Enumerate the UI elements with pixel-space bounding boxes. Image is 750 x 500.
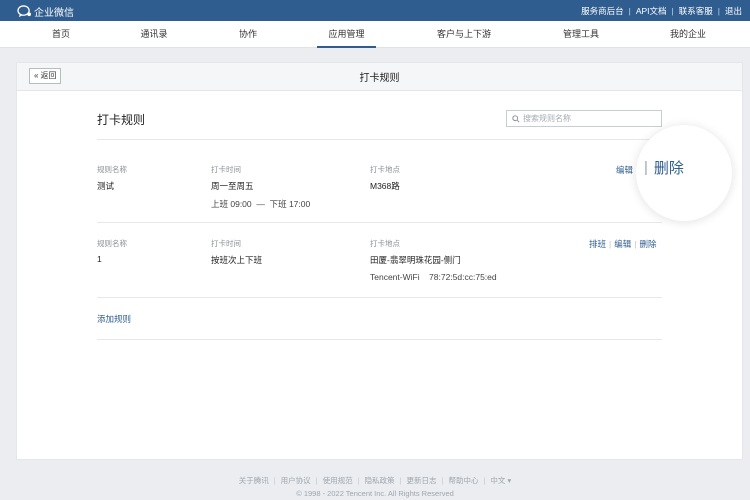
footer-changelog-link[interactable]: 更新日志 [407, 475, 437, 486]
nav-management-tools[interactable]: 管理工具 [556, 21, 606, 48]
punch-place: 田厦-翡翠明珠花园-侧门 [370, 255, 461, 265]
edit-link[interactable]: 编辑 [614, 238, 631, 250]
divider: | [273, 476, 276, 485]
punch-time-detail: 上班 09:00 — 下班 17:00 [211, 199, 311, 209]
divider: | [717, 6, 720, 16]
divider [97, 297, 662, 298]
wecom-logo-icon [17, 5, 31, 18]
rule-name: 1 [97, 254, 102, 264]
footer-links: 关于腾讯 | 用户协议 | 使用规范 | 隐私政策 | 更新日志 | 帮助中心 … [0, 475, 750, 486]
delete-link[interactable]: 删除 [639, 238, 656, 250]
punch-place-label: 打卡地点 [370, 165, 400, 174]
divider [97, 139, 662, 140]
divider [97, 339, 662, 340]
rule-name-label: 规则名称 [97, 239, 127, 248]
top-bar: 企业微信 服务商后台 | API文档 | 联系客服 | 退出 [0, 0, 750, 21]
divider: | [671, 6, 674, 16]
magnifier-callout: | 删除 [636, 125, 732, 221]
divider: | [441, 476, 444, 485]
punch-time: 周一至周五 [211, 181, 254, 191]
nav-home[interactable]: 首页 [41, 21, 81, 48]
search-icon [512, 114, 520, 123]
add-rule-link[interactable]: 添加规则 [97, 313, 131, 325]
footer-about-link[interactable]: 关于腾讯 [239, 475, 269, 486]
schedule-link[interactable]: 排班 [589, 238, 606, 250]
punch-time-label: 打卡时间 [211, 239, 241, 248]
footer-usage-link[interactable]: 使用规范 [323, 475, 353, 486]
top-links: 服务商后台 | API文档 | 联系客服 | 退出 [581, 5, 742, 17]
divider: | [357, 476, 360, 485]
divider: | [399, 476, 402, 485]
punch-time-label: 打卡时间 [211, 165, 241, 174]
magnified-actions: | 删除 [644, 157, 684, 178]
main-nav: 首页 通讯录 协作 应用管理 客户与上下游 管理工具 我的企业 [0, 21, 750, 48]
divider: | [483, 476, 486, 485]
nav-my-company[interactable]: 我的企业 [663, 21, 713, 48]
rule-actions: 排班 | 编辑 | 删除 [589, 238, 656, 250]
punch-place: M368路 [370, 181, 400, 191]
app-name: 企业微信 [34, 8, 74, 19]
copyright: © 1998 - 2022 Tencent Inc. All Rights Re… [296, 489, 454, 498]
footer-terms-link[interactable]: 用户协议 [281, 475, 311, 486]
nav-app-management[interactable]: 应用管理 [317, 21, 376, 48]
nav-customers[interactable]: 客户与上下游 [428, 21, 500, 48]
card-header: « 返回 打卡规则 [17, 63, 742, 91]
nav-contacts[interactable]: 通讯录 [134, 21, 174, 48]
divider: | [628, 6, 631, 16]
api-docs-link[interactable]: API文档 [636, 5, 667, 17]
contact-support-link[interactable]: 联系客服 [679, 5, 713, 17]
divider: | [609, 239, 612, 249]
footer-privacy-link[interactable]: 隐私政策 [365, 475, 395, 486]
nav-collaboration[interactable]: 协作 [228, 21, 268, 48]
footer-help-link[interactable]: 帮助中心 [448, 475, 478, 486]
language-selector[interactable]: 中文 ▾ [490, 475, 511, 486]
search-box[interactable] [506, 110, 662, 127]
divider: | [634, 239, 637, 249]
wifi-detail: Tencent-WiFi 78:72:5d:cc:75:ed [370, 272, 497, 282]
divider: | [315, 476, 318, 485]
rule-name: 测试 [97, 181, 115, 191]
logout-link[interactable]: 退出 [725, 5, 742, 17]
divider [97, 222, 662, 223]
search-input[interactable] [523, 114, 653, 123]
edit-link[interactable]: 编辑 [616, 164, 633, 176]
rules-card: « 返回 打卡规则 打卡规则 规则名称 测试 打卡时间 周一至周五 上班 09:… [16, 62, 743, 460]
punch-time: 按班次上下班 [211, 255, 263, 265]
delete-link[interactable]: 删除 [654, 157, 684, 178]
punch-place-label: 打卡地点 [370, 239, 400, 248]
service-provider-link[interactable]: 服务商后台 [581, 5, 624, 17]
divider: | [644, 159, 648, 176]
rule-name-label: 规则名称 [97, 165, 127, 174]
page-title: 打卡规则 [359, 73, 400, 84]
rule-actions: 编辑 [616, 164, 633, 176]
section-title: 打卡规则 [97, 113, 146, 127]
logo[interactable]: 企业微信 [17, 4, 74, 19]
